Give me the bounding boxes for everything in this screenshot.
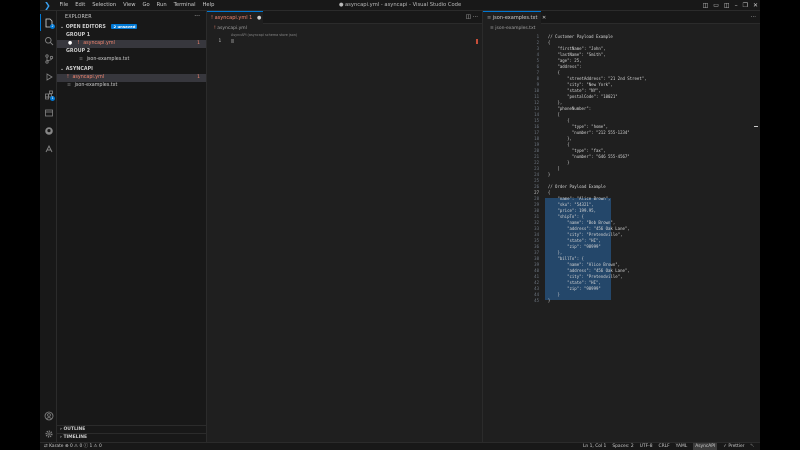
outline-section[interactable]: › OUTLINE <box>57 425 206 433</box>
more-actions-icon[interactable]: ··· <box>473 14 478 20</box>
group-1-header[interactable]: GROUP 1 <box>57 32 206 40</box>
line-number: 45 <box>534 298 539 303</box>
split-icon[interactable]: ◫ <box>724 0 730 11</box>
window-controls: ◫ ▭ ◫ – ❐ ✕ <box>703 0 758 11</box>
chevron-right-icon: › <box>60 427 62 432</box>
search-icon[interactable] <box>40 32 57 49</box>
open-editors-section[interactable]: ⌄ OPEN EDITORS 2 unsaved <box>57 24 206 32</box>
breadcrumb[interactable]: ! asyncapi.yml <box>214 24 247 33</box>
text-file-icon: ≡ <box>487 15 492 21</box>
unsaved-dot-icon[interactable]: ● <box>257 15 261 21</box>
github-icon[interactable] <box>40 122 57 139</box>
schema-hint: AsyncAPI (asyncapi schema store json) <box>231 33 298 37</box>
problem-count: 1 <box>197 41 200 46</box>
close-icon[interactable]: ✕ <box>542 15 546 21</box>
status-item[interactable]: AsyncAPI <box>693 443 718 450</box>
editor-group-1[interactable]: ! asyncapi.yml 1 ● ◫ ··· ! asyncapi.yml … <box>207 11 483 442</box>
more-actions-icon[interactable]: ··· <box>194 13 200 20</box>
yaml-file-icon: ! <box>214 26 216 31</box>
problem-count: 1 <box>197 75 200 80</box>
window-title: ● asyncapi.yml - asyncapi - Visual Studi… <box>338 2 462 8</box>
workspace-section[interactable]: ⌄ ASYNCAPI <box>57 66 206 74</box>
layout-icon[interactable]: ◫ <box>703 0 709 11</box>
yaml-file-icon: ! <box>67 75 69 80</box>
status-item[interactable]: YAML <box>676 443 688 450</box>
chevron-down-icon: ⌄ <box>60 25 65 30</box>
minimap-error-marker <box>476 39 478 44</box>
open-editor-asyncapi[interactable]: ● ! asyncapi.yml 1 <box>57 40 206 48</box>
source-control-icon[interactable] <box>40 50 57 67</box>
minimize-icon[interactable]: – <box>735 0 738 11</box>
status-item[interactable]: ✓ Prettier <box>723 443 744 450</box>
tab-asyncapi[interactable]: ! asyncapi.yml 1 ● <box>207 11 263 24</box>
asyncapi-icon[interactable] <box>40 140 57 157</box>
open-editor-json-examples[interactable]: ≡ json-examples.txt <box>57 56 206 64</box>
file-asyncapi-yml[interactable]: ! asyncapi.yml 1 <box>57 74 206 82</box>
text-file-icon: ≡ <box>490 26 494 31</box>
account-icon[interactable] <box>40 407 57 424</box>
vscode-window: ❯ File Edit Selection View Go Run Terminal Help… <box>40 0 760 450</box>
line-numbers: 1 <box>218 38 221 43</box>
text-file-icon: ≡ <box>67 83 72 88</box>
remote-icon[interactable]: ⇄ <box>44 444 48 449</box>
activity-bar: 2 1 <box>40 11 57 442</box>
editor-tabs: ! asyncapi.yml 1 ● ◫ ··· <box>207 11 482 24</box>
yaml-file-icon: ! <box>211 15 214 21</box>
explorer-title: EXPLORER <box>65 15 92 20</box>
status-item[interactable]: Spaces: 2 <box>612 443 633 450</box>
chevron-down-icon: ⌄ <box>60 67 65 72</box>
status-left[interactable]: ⇄ Karate ⊗ 0 ⚠ 0 ⓘ 1 ⚠ 0 <box>44 443 102 450</box>
file-json-examples[interactable]: ≡ json-examples.txt <box>57 82 206 90</box>
split-editor-icon[interactable]: ◫ <box>466 14 471 20</box>
editor-group-2[interactable]: ≡ json-examples.txt ✕ ··· ≡ json-example… <box>483 11 760 442</box>
text-file-icon: ≡ <box>79 57 84 62</box>
tab-json-examples[interactable]: ≡ json-examples.txt ✕ <box>483 11 546 24</box>
chevron-right-icon: › <box>60 435 62 440</box>
status-item[interactable]: Ln 1, Col 1 <box>583 443 606 450</box>
explorer-sidebar: EXPLORER ··· ⌄ OPEN EDITORS 2 unsaved GR… <box>57 11 207 442</box>
breadcrumb[interactable]: ≡ json-examples.txt <box>490 24 535 33</box>
unsaved-badge: 2 unsaved <box>111 24 138 29</box>
close-dot-icon[interactable]: ● <box>68 41 72 46</box>
maximize-icon[interactable]: ❐ <box>743 0 748 11</box>
editor-actions: ◫ ··· <box>466 11 478 24</box>
editor-actions: ··· <box>751 11 756 24</box>
panel-toggle-icon[interactable]: ▭ <box>713 0 719 11</box>
editor-tabs: ≡ json-examples.txt ✕ ··· <box>483 11 760 24</box>
yaml-file-icon: ! <box>77 41 80 46</box>
scrollbar-marker <box>754 126 758 127</box>
cursor <box>231 39 234 43</box>
notifications-bell-icon[interactable]: ␇ <box>750 443 754 450</box>
status-right: Ln 1, Col 1 Spaces: 2 UTF-8 CRLF YAML AsyncAP… <box>583 443 754 450</box>
more-actions-icon[interactable]: ··· <box>751 14 756 20</box>
line-numbers: 1 2 3 4 5 6 7 8 9 10 11 12 13 14 15 16 17 18 19 20 21 22 23 24 2… <box>525 34 539 304</box>
close-icon[interactable]: ✕ <box>753 0 758 11</box>
status-item[interactable]: CRLF <box>659 443 670 450</box>
timeline-section[interactable]: › TIMELINE <box>57 433 206 441</box>
run-debug-icon[interactable] <box>40 68 57 85</box>
settings-gear-icon[interactable] <box>40 425 57 442</box>
status-bar: ⇄ Karate ⊗ 0 ⚠ 0 ⓘ 1 ⚠ 0 Ln 1, Col 1 Spac… <box>40 442 760 450</box>
explorer-icon[interactable]: 2 <box>40 14 57 31</box>
extensions-icon[interactable]: 1 <box>40 86 57 103</box>
title-bar: ❯ File Edit Selection View Go Run Terminal Help… <box>40 0 760 11</box>
group-2-header[interactable]: GROUP 2 <box>57 48 206 56</box>
code-area[interactable]: // Customer Payload Example { "firstName… <box>543 34 647 304</box>
status-item[interactable]: UTF-8 <box>640 443 653 450</box>
remote-explorer-icon[interactable] <box>40 104 57 121</box>
code-line: } <box>543 298 551 303</box>
